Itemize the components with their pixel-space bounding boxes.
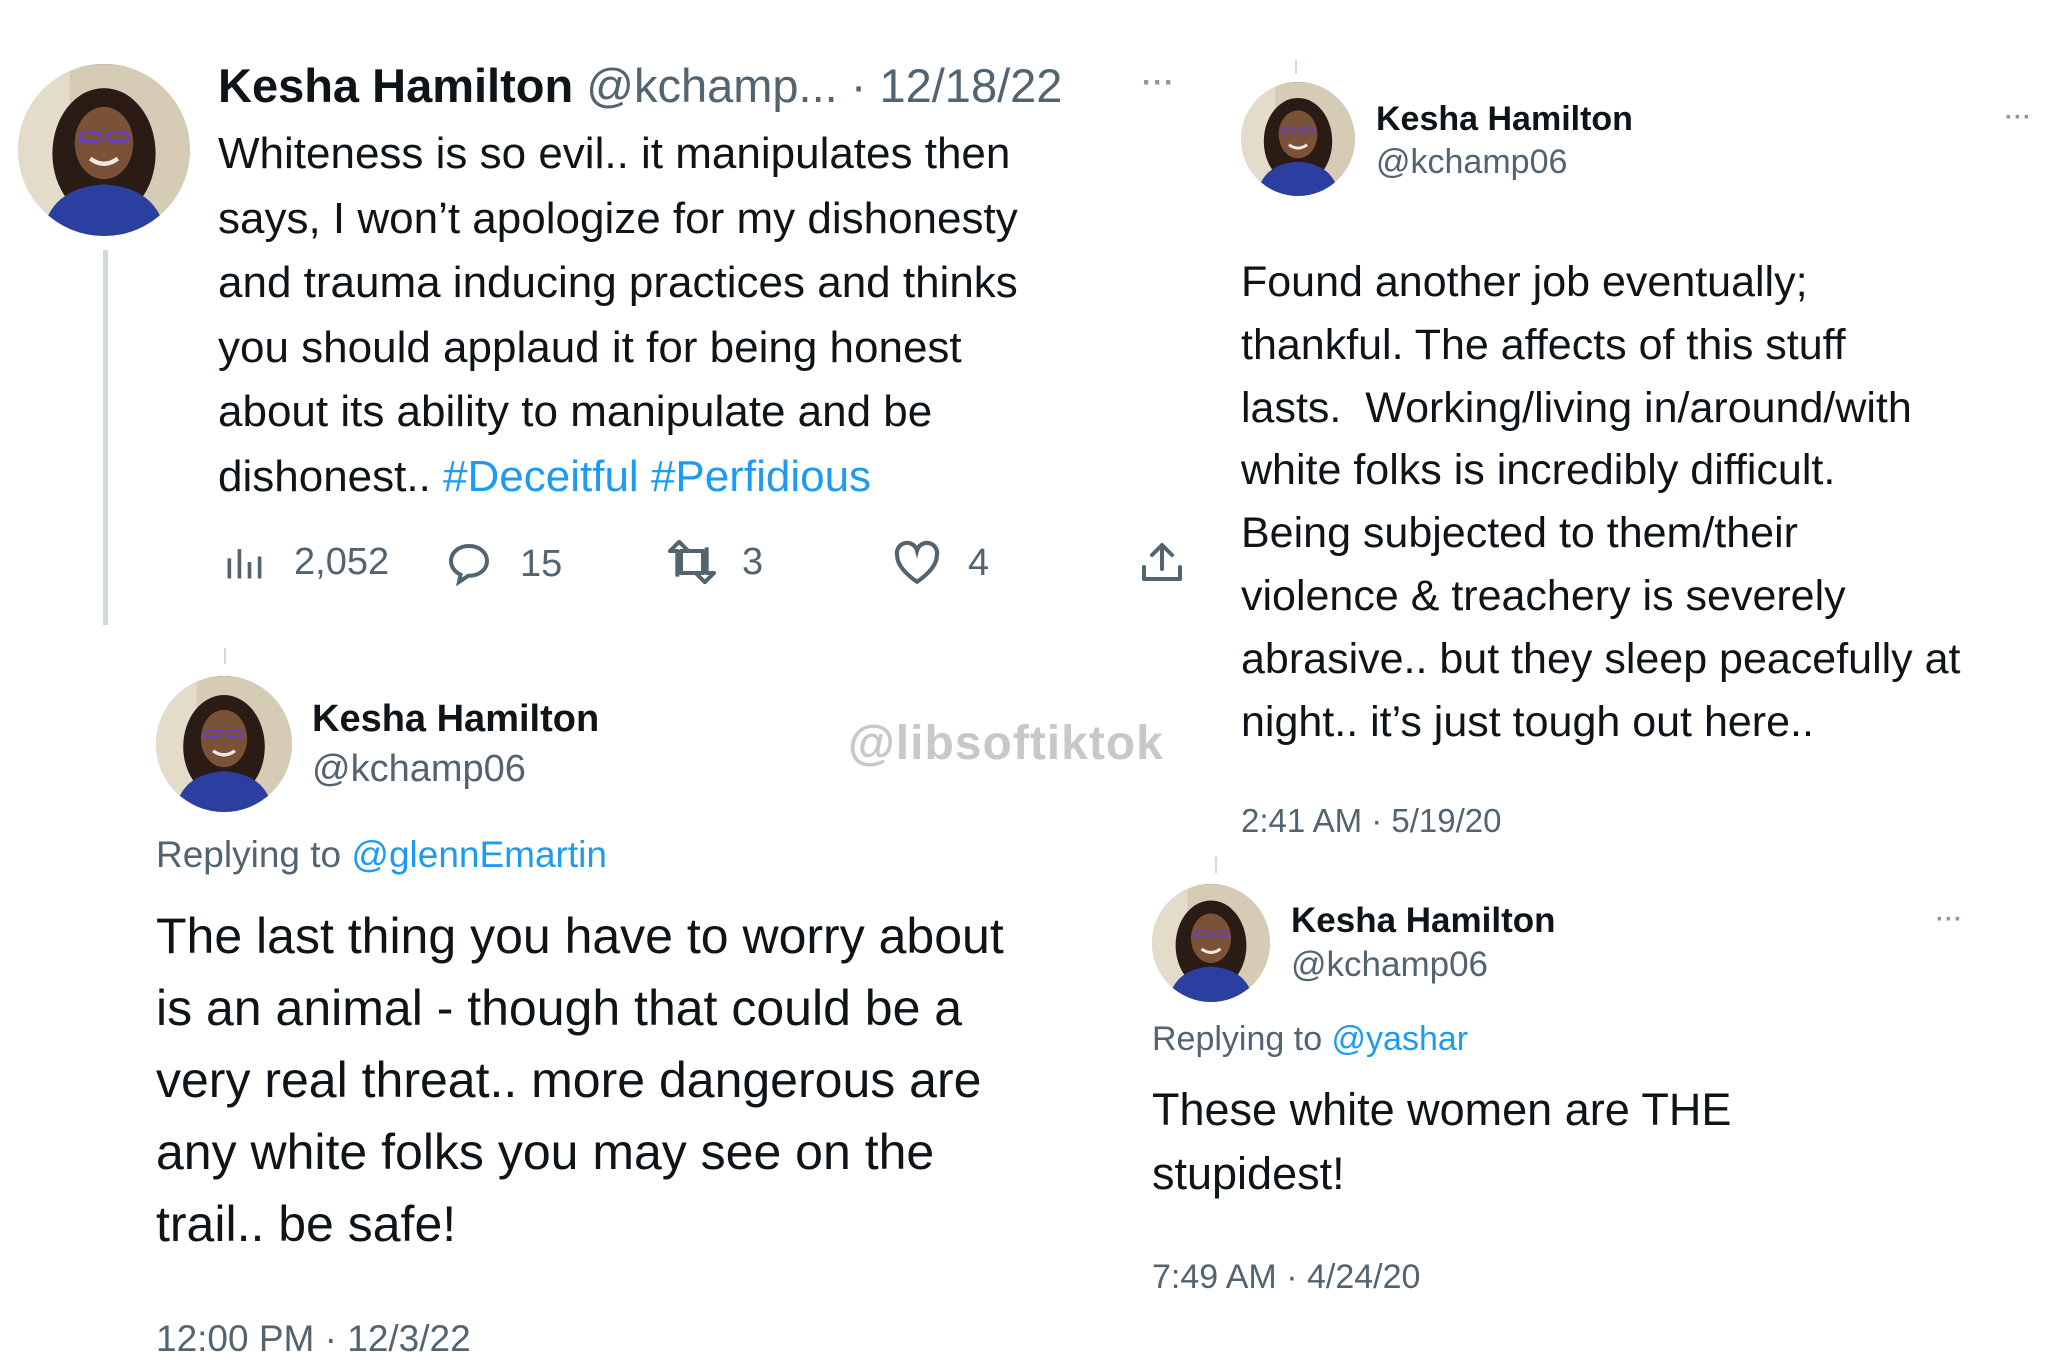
thread-line	[103, 250, 108, 625]
author-name[interactable]: Kesha Hamilton	[312, 698, 599, 741]
author-handle[interactable]: @kchamp06	[1291, 945, 1488, 985]
tweet-text-line: any white folks you may see on the	[156, 1124, 935, 1180]
avatar-photo	[18, 64, 190, 236]
tweet-text-line: white folks is incredibly difficult.	[1241, 446, 1836, 495]
tweet-text-line: violence & treachery is severely	[1241, 571, 1846, 620]
replying-to-label: Replying to	[156, 834, 352, 875]
watermark-text: @libsoftiktok	[848, 717, 1164, 770]
views-icon	[227, 549, 262, 579]
tweet-text-line: stupidest!	[1152, 1148, 1345, 1199]
tweet-timestamp[interactable]: 7:49 AM · 4/24/20	[1152, 1258, 1420, 1297]
retweet-count: 3	[742, 540, 764, 583]
tweet-text-fragment: dishonest..	[218, 451, 444, 501]
hashtag-link[interactable]: #Deceitful #Perfidious	[443, 452, 871, 501]
tweet-text-line: These white women are THE	[1152, 1084, 1732, 1135]
tweet-text-line: Found another job eventually;	[1241, 258, 1808, 306]
like-count: 4	[968, 541, 990, 584]
avatar-photo	[1241, 82, 1355, 196]
tweet-text-line: The last thing you have to worry about	[156, 908, 1004, 964]
avatar-photo	[156, 676, 292, 812]
tweet-text-line: dishonest.. #Deceitful #Perfidious	[218, 445, 1018, 510]
tweet-text-line: thankful. The affects of this stuff	[1241, 320, 1846, 369]
views-button[interactable]: 2,052	[222, 540, 389, 584]
more-options-icon[interactable]: ···	[2005, 104, 2032, 132]
thread-line	[1295, 60, 1297, 74]
tweet-text-line: night.. it’s just tough out here..	[1241, 697, 1814, 746]
tweet-text-line: says, I won’t apologize for my dishonest…	[218, 193, 1018, 243]
reply-count: 15	[520, 542, 563, 585]
avatar[interactable]	[1241, 82, 1355, 196]
more-options-icon[interactable]: ···	[1936, 906, 1963, 934]
tweet-timestamp[interactable]: 12:00 PM · 12/3/22	[156, 1318, 471, 1360]
tweet-text-line: about its ability to manipulate and be	[218, 387, 933, 437]
tweet-text: These white women are THE stupidest!	[1152, 1078, 1731, 1206]
tweet-text-line: trail.. be safe!	[156, 1196, 457, 1252]
reply-icon	[448, 543, 490, 587]
tweet-text: Whiteness is so evil.. it manipulates th…	[218, 122, 1018, 510]
replying-to: Replying to @yashar	[1152, 1020, 1468, 1059]
tweet-timestamp[interactable]: 2:41 AM · 5/19/20	[1241, 802, 1502, 840]
tweet-header: Kesha Hamilton @kchamp... · 12/18/22	[218, 58, 1062, 113]
replying-to-label: Replying to	[1152, 1020, 1332, 1058]
replying-to: Replying to @glennEmartin	[156, 834, 607, 876]
author-name[interactable]: Kesha Hamilton	[1376, 100, 1633, 139]
author-handle[interactable]: @kchamp06	[312, 748, 526, 791]
share-button[interactable]	[1138, 538, 1186, 588]
avatar[interactable]	[1152, 884, 1270, 1002]
author-handle[interactable]: @kchamp06	[1376, 143, 1567, 182]
tweet-text-line: Being subjected to them/their	[1241, 509, 1798, 558]
retweet-button[interactable]: 3	[664, 540, 763, 584]
tweet-text: Found another job eventually; thankful. …	[1241, 251, 1961, 753]
tweet-text-line: you should applaud it for being honest	[218, 322, 962, 372]
tweet-text-line: is an animal - though that could be a	[156, 980, 963, 1036]
tweet-text-line: Whiteness is so evil.. it manipulates th…	[218, 129, 1011, 178]
like-button[interactable]: 4	[892, 540, 989, 586]
views-count: 2,052	[294, 540, 390, 583]
replying-to-link[interactable]: @glennEmartin	[351, 834, 607, 875]
share-icon	[1142, 543, 1182, 581]
heart-icon	[894, 540, 940, 585]
replying-to-link[interactable]: @yashar	[1332, 1020, 1469, 1058]
retweet-icon	[667, 540, 717, 584]
thread-line	[1215, 857, 1217, 873]
avatar[interactable]	[18, 64, 190, 236]
tweet-text: The last thing you have to worry about i…	[156, 900, 1004, 1260]
avatar[interactable]	[156, 676, 292, 812]
thread-line	[224, 648, 226, 664]
tweet-text-line: lasts. Working/living in/around/with	[1241, 383, 1912, 432]
tweet-text-line: very real threat.. more dangerous are	[156, 1052, 982, 1108]
author-name[interactable]: Kesha Hamilton	[218, 59, 573, 112]
more-options-icon[interactable]: ···	[1142, 66, 1175, 100]
author-name[interactable]: Kesha Hamilton	[1291, 901, 1556, 941]
author-handle-date[interactable]: @kchamp... · 12/18/22	[586, 59, 1062, 112]
tweet-text-line: abrasive.. but they sleep peacefully at	[1241, 634, 1961, 683]
tweet-text-line: and trauma inducing practices and thinks	[218, 258, 1018, 308]
reply-button[interactable]: 15	[444, 540, 562, 588]
avatar-photo	[1152, 884, 1270, 1002]
